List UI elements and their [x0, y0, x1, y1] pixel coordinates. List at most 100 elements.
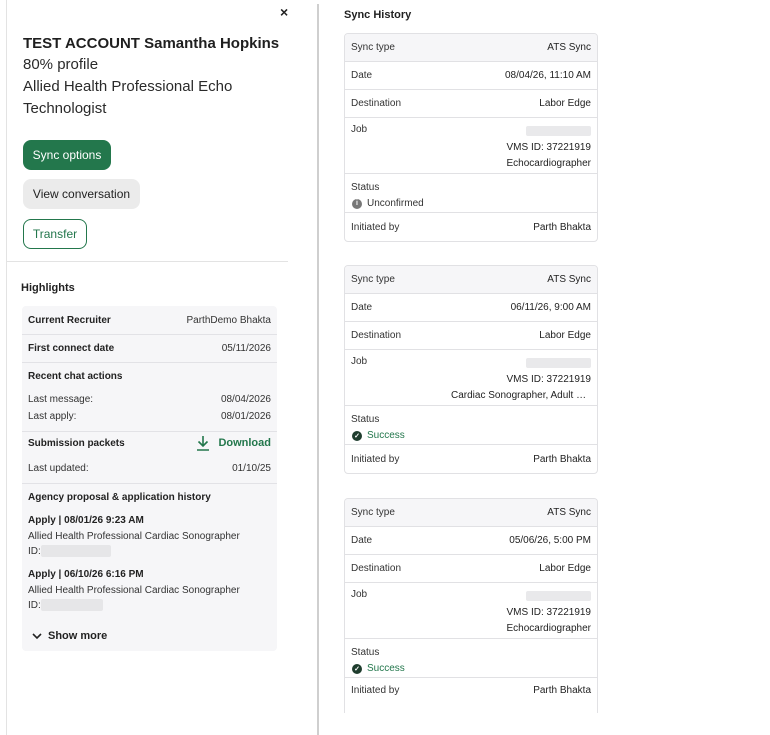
last-message-row: Last message: 08/04/2026 [22, 391, 277, 407]
status-badge: ✓ Success [352, 663, 405, 674]
row-divider [22, 362, 277, 363]
sync-type-value: ATS Sync [547, 42, 591, 53]
history-item-desc: Allied Health Professional Cardiac Sonog… [28, 531, 240, 542]
show-more-button[interactable]: Show more [32, 630, 107, 642]
destination-value: Labor Edge [539, 330, 591, 341]
destination-row: Destination Labor Edge [345, 322, 597, 350]
redacted-id [40, 599, 103, 611]
initiated-by-value: Parth Bhakta [533, 221, 591, 233]
destination-label: Destination [351, 330, 402, 341]
last-message-value: 08/04/2026 [220, 393, 271, 405]
initiated-by-row: Initiated by Parth Bhakta [345, 678, 597, 702]
first-connect-value: 05/11/2026 [221, 342, 271, 354]
initiated-by-row: Initiated by Parth Bhakta [345, 213, 597, 241]
last-updated-row: Last updated: 01/10/25 [22, 460, 277, 476]
first-connect-row: First connect date 05/11/2026 [22, 338, 277, 358]
redacted-job-id [526, 591, 591, 601]
vms-id: VMS ID: 37221919 [506, 607, 592, 618]
sync-options-button[interactable]: Sync options [23, 140, 111, 170]
destination-label: Destination [351, 563, 402, 574]
sync-type-label: Sync type [351, 507, 395, 518]
destination-row: Destination Labor Edge [345, 555, 597, 583]
date-label: Date [351, 535, 373, 546]
date-row: Date 05/06/26, 5:00 PM [345, 527, 597, 555]
candidate-role-line1: Allied Health Professional Echo [23, 78, 233, 95]
initiated-by-value: Parth Bhakta [533, 684, 591, 696]
row-divider [22, 431, 277, 432]
sync-type-label: Sync type [351, 274, 395, 285]
profile-completion: 80% profile [23, 56, 99, 73]
last-apply-row: Last apply: 08/01/2026 [22, 408, 277, 424]
download-label: Download [218, 437, 271, 449]
last-apply-value: 08/01/2026 [220, 410, 271, 422]
history-item-id: ID: [28, 599, 103, 611]
redacted-id [40, 545, 111, 557]
panel-divider[interactable] [317, 4, 319, 735]
sync-type-row: Sync type ATS Sync [345, 499, 597, 527]
download-button[interactable]: Download [196, 435, 271, 451]
job-label: Job [351, 589, 368, 600]
sync-history-card: Sync type ATS Sync Date 05/06/26, 5:00 P… [344, 498, 598, 713]
chevron-down-icon [32, 633, 42, 640]
initiated-by-label: Initiated by [351, 221, 400, 233]
initiated-by-label: Initiated by [351, 684, 400, 696]
history-item-id-label: ID: [28, 599, 41, 611]
date-label: Date [351, 302, 373, 313]
last-updated-label: Last updated: [28, 462, 89, 474]
highlights-card: Current Recruiter ParthDemo Bhakta First… [22, 306, 277, 651]
date-value: 05/06/26, 5:00 PM [509, 535, 591, 546]
job-label: Job [351, 356, 368, 367]
job-row: Job VMS ID: 37221919 Echocardiographer [345, 583, 597, 639]
job-title: Echocardiographer [506, 158, 592, 169]
history-item-id: ID: [28, 545, 111, 557]
recent-chat-title-row: Recent chat actions [22, 367, 277, 385]
date-value: 06/11/26, 9:00 AM [510, 302, 591, 313]
status-value: Unconfirmed [367, 198, 424, 209]
sync-type-value: ATS Sync [547, 274, 591, 285]
destination-value: Labor Edge [539, 98, 591, 109]
destination-value: Labor Edge [539, 563, 591, 574]
sync-history-card: Sync type ATS Sync Date 08/04/26, 11:10 … [344, 33, 598, 242]
row-divider [22, 334, 277, 335]
job-row: Job VMS ID: 37221919 Echocardiographer [345, 118, 597, 174]
last-apply-label: Last apply: [28, 410, 77, 422]
check-circle-icon: ✓ [352, 430, 362, 441]
history-item-id-label: ID: [28, 545, 41, 557]
status-label: Status [351, 414, 380, 425]
transfer-button[interactable]: Transfer [23, 219, 87, 249]
destination-row: Destination Labor Edge [345, 90, 597, 118]
candidate-panel: × TEST ACCOUNT Samantha Hopkins 80% prof… [6, 0, 288, 735]
view-conversation-button[interactable]: View conversation [23, 179, 140, 209]
history-item-desc: Allied Health Professional Cardiac Sonog… [28, 585, 240, 596]
status-label: Status [351, 182, 380, 193]
application-history-title: Agency proposal & application history [28, 492, 211, 503]
status-row: Status ✓ Success [345, 639, 597, 678]
download-icon [197, 436, 210, 451]
sync-type-row: Sync type ATS Sync [345, 266, 597, 294]
sync-type-row: Sync type ATS Sync [345, 34, 597, 62]
row-divider [22, 483, 277, 484]
vms-id: VMS ID: 37221919 [506, 142, 592, 153]
date-row: Date 08/04/26, 11:10 AM [345, 62, 597, 90]
show-more-label: Show more [48, 630, 108, 642]
close-icon[interactable]: × [280, 4, 288, 20]
date-row: Date 06/11/26, 9:00 AM [345, 294, 597, 322]
date-value: 08/04/26, 11:10 AM [505, 70, 591, 81]
status-row: Status i Unconfirmed [345, 174, 597, 213]
profile-header: TEST ACCOUNT Samantha Hopkins 80% profil… [23, 34, 283, 120]
highlights-title: Highlights [21, 282, 75, 294]
status-value: Success [367, 663, 405, 674]
status-label: Status [351, 647, 380, 658]
info-icon: i [352, 198, 362, 209]
history-item-title: Apply | 08/01/26 9:23 AM [28, 515, 144, 526]
destination-label: Destination [351, 98, 402, 109]
redacted-job-id [526, 358, 591, 368]
status-value: Success [367, 430, 405, 441]
job-title: Echocardiographer [506, 623, 592, 634]
submission-packets-row: Submission packets Download [22, 433, 277, 453]
sync-type-value: ATS Sync [547, 507, 591, 518]
recent-chat-title: Recent chat actions [28, 370, 123, 382]
initiated-by-row: Initiated by Parth Bhakta [345, 445, 597, 473]
initiated-by-value: Parth Bhakta [533, 453, 591, 465]
sync-history-title: Sync History [344, 9, 412, 21]
